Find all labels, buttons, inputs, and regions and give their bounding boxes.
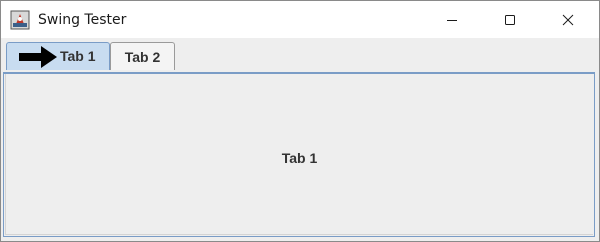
app-window: Swing Tester Tab 1 Tab 2 Tab 1	[0, 0, 600, 242]
tab-2-label: Tab 2	[124, 48, 161, 65]
tab-content-panel: Tab 1	[3, 72, 595, 237]
right-arrow-icon	[19, 46, 57, 68]
tab-2[interactable]: Tab 2	[110, 42, 175, 70]
maximize-icon	[505, 14, 515, 25]
close-icon	[562, 14, 574, 25]
tab-1[interactable]: Tab 1	[6, 42, 110, 70]
title-bar[interactable]: Swing Tester	[1, 1, 599, 38]
tab-content-inner: Tab 1	[5, 74, 593, 235]
minimize-icon	[447, 19, 457, 21]
tab-1-label: Tab 1	[60, 48, 96, 64]
minimize-button[interactable]	[429, 1, 475, 38]
window-title: Swing Tester	[38, 12, 127, 28]
close-button[interactable]	[545, 1, 591, 38]
tab-strip: Tab 1 Tab 2	[1, 38, 599, 72]
maximize-button[interactable]	[487, 1, 533, 38]
content-label: Tab 1	[281, 150, 318, 166]
java-app-icon	[10, 10, 30, 30]
